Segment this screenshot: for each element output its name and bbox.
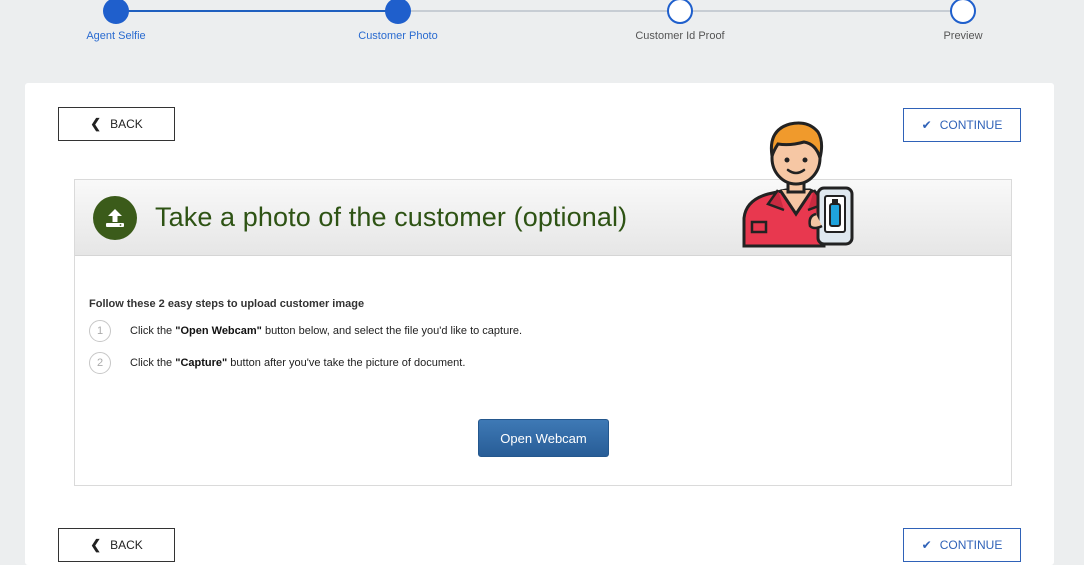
instruction-text: Click the "Capture" button after you've …: [130, 357, 466, 369]
step-label-agent-selfie: Agent Selfie: [86, 30, 146, 42]
continue-button-bottom[interactable]: ✔ CONTINUE: [903, 528, 1021, 562]
step-number-badge: 2: [89, 352, 111, 374]
instruction-step: 1 Click the "Open Webcam" button below, …: [89, 319, 522, 343]
instruction-text: Click the "Open Webcam" button below, an…: [130, 325, 523, 337]
step-dot-preview: [950, 0, 976, 24]
step-label-preview: Preview: [943, 30, 983, 42]
back-button-label: BACK: [110, 117, 143, 131]
check-icon: ✔: [921, 538, 932, 552]
stepper-line-3: [680, 10, 963, 12]
step-dot-agent-selfie: [103, 0, 129, 24]
continue-button-top[interactable]: ✔ CONTINUE: [903, 108, 1021, 142]
stepper-line-1: [116, 10, 398, 12]
step-label-customer-photo: Customer Photo: [358, 30, 438, 42]
stepper-line-2: [398, 10, 680, 12]
upload-panel: Take a photo of the customer (optional) …: [74, 179, 1012, 486]
back-button-top[interactable]: ❮ BACK: [58, 107, 175, 141]
continue-button-label: CONTINUE: [939, 538, 1003, 552]
customer-with-phone-icon: [742, 121, 854, 248]
step-dot-customer-photo: [385, 0, 411, 24]
panel-header: Take a photo of the customer (optional): [75, 180, 1011, 256]
back-button-label: BACK: [110, 538, 143, 552]
upload-icon: [93, 196, 137, 240]
instructions-title: Follow these 2 easy steps to upload cust…: [89, 298, 365, 310]
step-label-customer-id-proof: Customer Id Proof: [635, 30, 725, 42]
progress-stepper: Agent Selfie Customer Photo Customer Id …: [0, 0, 1084, 60]
chevron-left-icon: ❮: [90, 537, 102, 552]
step-number-badge: 1: [89, 320, 111, 342]
chevron-left-icon: ❮: [90, 116, 102, 131]
panel-title: Take a photo of the customer (optional): [155, 202, 628, 232]
check-icon: ✔: [921, 118, 932, 132]
continue-button-label: CONTINUE: [939, 118, 1003, 132]
instruction-step: 2 Click the "Capture" button after you'v…: [89, 351, 465, 375]
step-dot-customer-id-proof: [667, 0, 693, 24]
back-button-bottom[interactable]: ❮ BACK: [58, 528, 175, 562]
open-webcam-button[interactable]: Open Webcam: [478, 419, 609, 457]
